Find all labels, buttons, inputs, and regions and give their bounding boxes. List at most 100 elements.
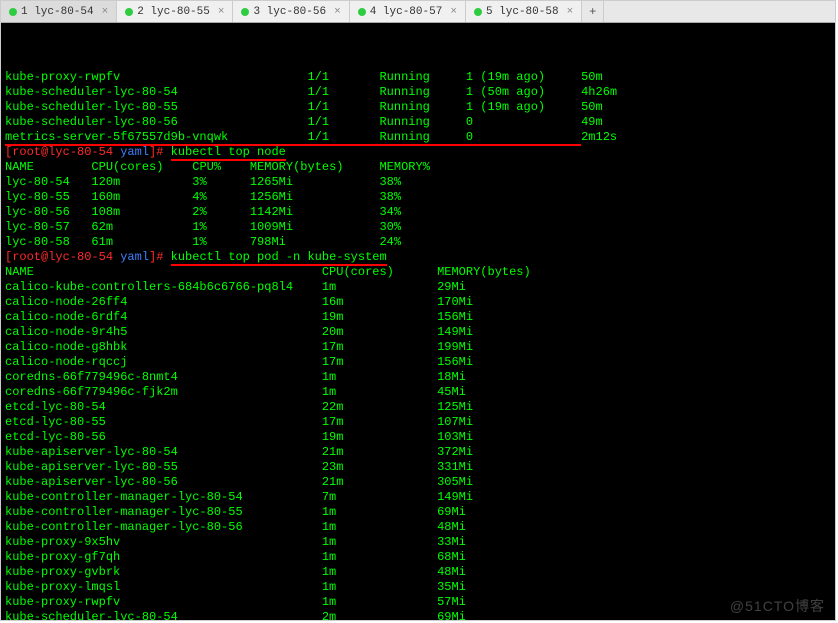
- pod-cpu: 23m: [322, 460, 437, 474]
- pod-name: kube-scheduler-lyc-80-56: [5, 115, 307, 129]
- tab-index: 2 lyc-80-55: [137, 6, 210, 18]
- node-cpu-cores: 120m: [91, 175, 192, 189]
- top-node-row: lyc-80-54 120m 3% 1265Mi 38%: [5, 175, 831, 190]
- pod-name: etcd-lyc-80-56: [5, 430, 322, 444]
- pod-cpu: 1m: [322, 370, 437, 384]
- pod-restarts: 0: [466, 130, 581, 146]
- pod-mem: 18Mi: [437, 370, 466, 384]
- pod-age: 4h26m: [581, 85, 617, 99]
- pod-cpu: 1m: [322, 535, 437, 549]
- node-mem-pct: 38%: [379, 175, 401, 189]
- tab-close-icon[interactable]: ×: [567, 6, 574, 18]
- prompt-cwd: yaml: [120, 145, 149, 159]
- top-pod-row: kube-scheduler-lyc-80-54 2m 69Mi: [5, 610, 831, 620]
- top-pod-row: etcd-lyc-80-56 19m 103Mi: [5, 430, 831, 445]
- terminal-body[interactable]: @51CTO博客 kube-proxy-rwpfv 1/1 Running 1 …: [1, 23, 835, 620]
- top-node-row: lyc-80-55 160m 4% 1256Mi 38%: [5, 190, 831, 205]
- top-pod-row: calico-node-g8hbk 17m 199Mi: [5, 340, 831, 355]
- pod-name: calico-kube-controllers-684b6c6766-pq8l4: [5, 280, 322, 294]
- node-cpu-cores: 108m: [91, 205, 192, 219]
- tab-close-icon[interactable]: ×: [334, 6, 341, 18]
- pod-mem: 149Mi: [437, 325, 473, 339]
- pod-mem: 33Mi: [437, 535, 466, 549]
- top-pod-row: calico-node-6rdf4 19m 156Mi: [5, 310, 831, 325]
- tab-lyc-80-57[interactable]: 4 lyc-80-57×: [350, 1, 466, 22]
- top-pod-row: kube-proxy-lmqsl 1m 35Mi: [5, 580, 831, 595]
- tab-close-icon[interactable]: ×: [218, 6, 225, 18]
- prompt-line: [root@lyc-80-54 yaml]# kubectl top node: [5, 145, 831, 160]
- top-node-row: lyc-80-58 61m 1% 798Mi 24%: [5, 235, 831, 250]
- pod-cpu: 1m: [322, 580, 437, 594]
- pod-age: 2m12s: [581, 130, 617, 144]
- pod-name: kube-proxy-gf7qh: [5, 550, 322, 564]
- pod-name: calico-node-6rdf4: [5, 310, 322, 324]
- pod-mem: 372Mi: [437, 445, 473, 459]
- tab-close-icon[interactable]: ×: [450, 6, 457, 18]
- running-row: kube-scheduler-lyc-80-56 1/1 Running 0 4…: [5, 115, 831, 130]
- pod-restarts: 0: [466, 115, 581, 129]
- node-cpu-pct: 2%: [192, 205, 250, 219]
- tab-index: 5 lyc-80-58: [486, 6, 559, 18]
- pod-mem: 69Mi: [437, 610, 466, 620]
- running-row: kube-proxy-rwpfv 1/1 Running 1 (19m ago)…: [5, 70, 831, 85]
- tab-lyc-80-54[interactable]: 1 lyc-80-54×: [1, 1, 117, 22]
- node-mem-bytes: 1256Mi: [250, 190, 380, 204]
- top-node-row: lyc-80-57 62m 1% 1009Mi 30%: [5, 220, 831, 235]
- tab-lyc-80-58[interactable]: 5 lyc-80-58 ×: [466, 1, 582, 22]
- pod-name: calico-node-9r4h5: [5, 325, 322, 339]
- tab-close-icon[interactable]: ×: [102, 6, 109, 18]
- node-mem-pct: 34%: [379, 205, 401, 219]
- prompt-suffix: ]#: [149, 250, 171, 264]
- pod-name: coredns-66f779496c-fjk2m: [5, 385, 322, 399]
- top-pod-row: etcd-lyc-80-55 17m 107Mi: [5, 415, 831, 430]
- pod-mem: 29Mi: [437, 280, 466, 294]
- node-cpu-cores: 160m: [91, 190, 192, 204]
- top-pod-row: kube-controller-manager-lyc-80-56 1m 48M…: [5, 520, 831, 535]
- pod-cpu: 20m: [322, 325, 437, 339]
- top-pod-row: kube-controller-manager-lyc-80-55 1m 69M…: [5, 505, 831, 520]
- node-cpu-cores: 61m: [91, 235, 192, 249]
- pod-name: calico-node-rqccj: [5, 355, 322, 369]
- pod-name: metrics-server-5f67557d9b-vnqwk: [5, 130, 307, 146]
- pod-cpu: 1m: [322, 550, 437, 564]
- tab-lyc-80-56[interactable]: 3 lyc-80-56×: [233, 1, 349, 22]
- node-name: lyc-80-54: [5, 175, 91, 189]
- top-pod-header: NAME CPU(cores) MEMORY(bytes): [5, 265, 831, 280]
- status-dot-icon: [474, 8, 482, 16]
- pod-mem: 149Mi: [437, 490, 473, 504]
- pod-cpu: 22m: [322, 400, 437, 414]
- pod-cpu: 16m: [322, 295, 437, 309]
- watermark: @51CTO博客: [730, 599, 825, 614]
- pod-name: kube-proxy-gvbrk: [5, 565, 322, 579]
- running-row: kube-scheduler-lyc-80-55 1/1 Running 1 (…: [5, 100, 831, 115]
- top-pod-row: kube-proxy-rwpfv 1m 57Mi: [5, 595, 831, 610]
- status-dot-icon: [125, 8, 133, 16]
- pod-age: 50m: [581, 100, 603, 114]
- command-text: kubectl top node: [171, 145, 286, 161]
- pod-cpu: 21m: [322, 445, 437, 459]
- pod-mem: 48Mi: [437, 520, 466, 534]
- top-pod-row: kube-proxy-9x5hv 1m 33Mi: [5, 535, 831, 550]
- pod-cpu: 17m: [322, 355, 437, 369]
- top-pod-row: kube-apiserver-lyc-80-54 21m 372Mi: [5, 445, 831, 460]
- pod-mem: 103Mi: [437, 430, 473, 444]
- pod-mem: 125Mi: [437, 400, 473, 414]
- node-cpu-pct: 1%: [192, 220, 250, 234]
- running-row: kube-scheduler-lyc-80-54 1/1 Running 1 (…: [5, 85, 831, 100]
- pod-name: kube-apiserver-lyc-80-54: [5, 445, 322, 459]
- pod-mem: 68Mi: [437, 550, 466, 564]
- pod-name: kube-scheduler-lyc-80-55: [5, 100, 307, 114]
- pod-ready: 1/1: [307, 100, 379, 114]
- top-pod-row: kube-proxy-gf7qh 1m 68Mi: [5, 550, 831, 565]
- node-mem-bytes: 1142Mi: [250, 205, 380, 219]
- node-cpu-pct: 4%: [192, 190, 250, 204]
- prompt-line: [root@lyc-80-54 yaml]# kubectl top pod -…: [5, 250, 831, 265]
- status-dot-icon: [358, 8, 366, 16]
- pod-status: Running: [379, 130, 465, 146]
- pod-name: kube-proxy-rwpfv: [5, 70, 307, 84]
- tab-lyc-80-55[interactable]: 2 lyc-80-55 ×: [117, 1, 233, 22]
- tab-add-button[interactable]: +: [582, 1, 604, 22]
- pod-name: calico-node-g8hbk: [5, 340, 322, 354]
- pod-name: kube-controller-manager-lyc-80-54: [5, 490, 322, 504]
- pod-mem: 107Mi: [437, 415, 473, 429]
